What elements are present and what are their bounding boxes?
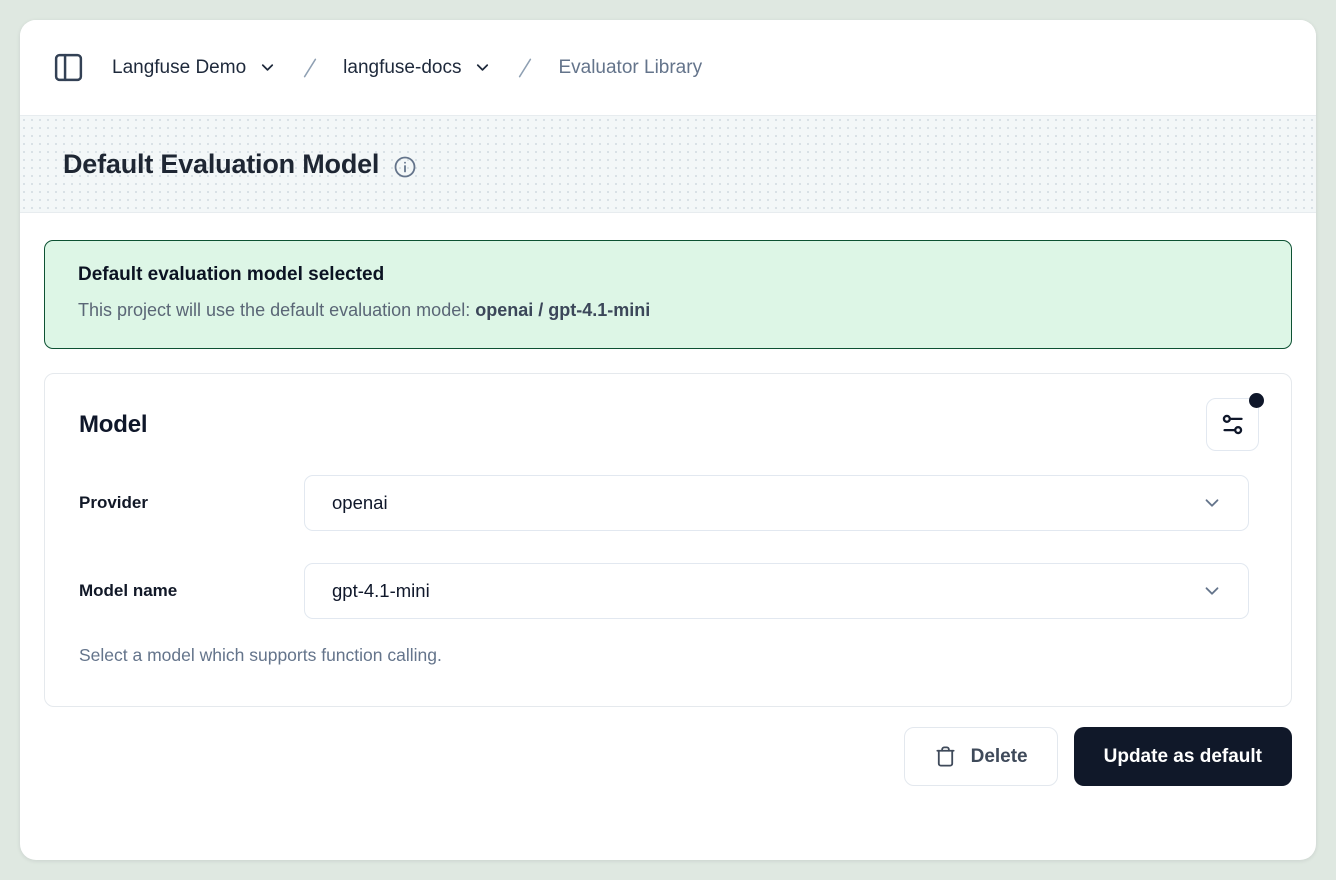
page-title: Default Evaluation Model — [63, 149, 379, 180]
model-name-select[interactable]: gpt-4.1-mini — [304, 563, 1249, 619]
update-as-default-button[interactable]: Update as default — [1074, 727, 1292, 786]
provider-select-value: openai — [332, 492, 388, 514]
delete-button[interactable]: Delete — [904, 727, 1058, 786]
breadcrumb-project[interactable]: langfuse-docs — [337, 53, 498, 83]
delete-button-label: Delete — [971, 746, 1028, 768]
provider-label: Provider — [79, 493, 304, 513]
model-name-select-value: gpt-4.1-mini — [332, 580, 430, 602]
slash-icon — [512, 55, 538, 81]
banner-model-name: openai / gpt-4.1-mini — [475, 300, 650, 320]
slash-icon — [297, 55, 323, 81]
model-card-header: Model — [79, 398, 1257, 451]
provider-select[interactable]: openai — [304, 475, 1249, 531]
banner-title: Default evaluation model selected — [78, 264, 1258, 286]
trash-icon — [934, 745, 957, 768]
model-name-label: Model name — [79, 581, 304, 601]
chevron-down-icon — [1201, 492, 1223, 514]
update-button-label: Update as default — [1104, 746, 1262, 768]
title-info-button[interactable] — [393, 155, 417, 179]
provider-row: Provider openai — [79, 475, 1257, 531]
footer-actions: Delete Update as default — [44, 727, 1292, 786]
banner-message: This project will use the default evalua… — [78, 300, 1258, 321]
content-area: Default evaluation model selected This p… — [20, 213, 1316, 813]
chevron-down-icon — [473, 58, 492, 77]
panel-left-icon — [52, 51, 85, 84]
model-card-title: Model — [79, 411, 147, 439]
breadcrumb-organization[interactable]: Langfuse Demo — [106, 53, 283, 83]
notification-dot — [1249, 393, 1264, 408]
model-advanced-settings-button[interactable] — [1206, 398, 1259, 451]
breadcrumb: Langfuse Demo langfuse-docs Evaluator Li… — [106, 53, 708, 83]
breadcrumb-bar: Langfuse Demo langfuse-docs Evaluator Li… — [20, 20, 1316, 116]
breadcrumb-project-label: langfuse-docs — [343, 57, 461, 79]
breadcrumb-organization-label: Langfuse Demo — [112, 57, 246, 79]
main-panel: Langfuse Demo langfuse-docs Evaluator Li… — [20, 20, 1316, 860]
breadcrumb-page[interactable]: Evaluator Library — [552, 53, 708, 83]
page-header: Default Evaluation Model — [20, 116, 1316, 213]
model-name-row: Model name gpt-4.1-mini — [79, 563, 1257, 619]
banner-message-text: This project will use the default evalua… — [78, 300, 475, 320]
sliders-icon — [1219, 411, 1246, 438]
default-model-banner: Default evaluation model selected This p… — [44, 240, 1292, 349]
chevron-down-icon — [258, 58, 277, 77]
model-card: Model Provider openai Model — [44, 373, 1292, 707]
model-helper-text: Select a model which supports function c… — [79, 645, 1257, 666]
sidebar-toggle-button[interactable] — [48, 48, 88, 88]
info-icon — [393, 155, 417, 179]
chevron-down-icon — [1201, 580, 1223, 602]
